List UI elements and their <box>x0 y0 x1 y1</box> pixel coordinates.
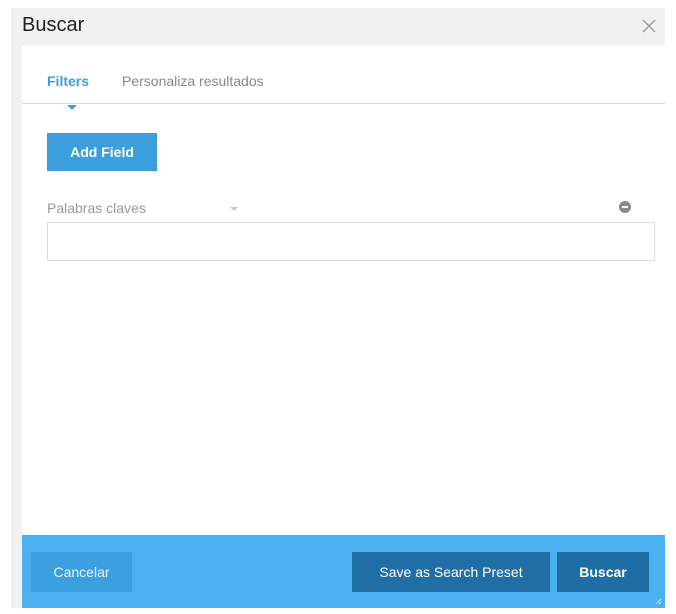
field-dropdown-caret-icon[interactable] <box>230 207 238 211</box>
save-search-preset-button[interactable]: Save as Search Preset <box>352 552 550 592</box>
cancel-button[interactable]: Cancelar <box>31 552 132 592</box>
keywords-input[interactable] <box>47 222 655 261</box>
tab-customize-results[interactable]: Personaliza resultados <box>122 73 264 89</box>
remove-field-icon[interactable] <box>619 201 631 213</box>
close-icon[interactable] <box>639 16 659 36</box>
dialog-content: Filters Personaliza resultados Add Field… <box>22 46 665 535</box>
keywords-field-label[interactable]: Palabras claves <box>47 200 146 216</box>
search-dialog: Buscar Filters Personaliza resultados Ad… <box>11 8 665 608</box>
tab-filters[interactable]: Filters <box>47 73 89 89</box>
tab-bar: Filters Personaliza resultados <box>22 46 665 104</box>
search-button[interactable]: Buscar <box>557 552 649 592</box>
resize-grip-icon[interactable] <box>654 597 662 605</box>
add-field-button[interactable]: Add Field <box>47 133 157 171</box>
active-tab-caret-icon <box>67 105 77 110</box>
dialog-footer: Cancelar Save as Search Preset Buscar <box>22 535 665 608</box>
dialog-title: Buscar <box>22 14 85 36</box>
